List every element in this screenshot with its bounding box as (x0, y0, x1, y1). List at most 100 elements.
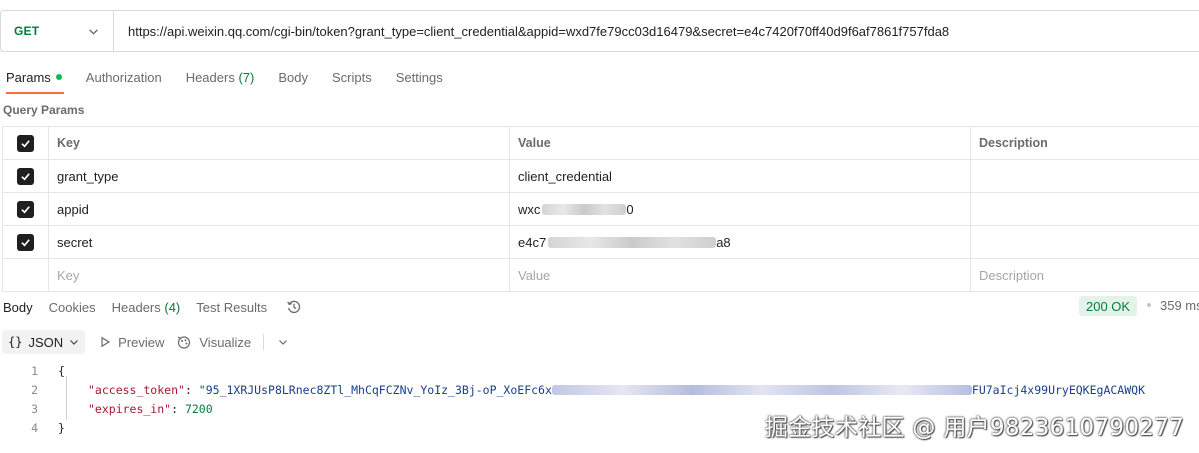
visualize-button[interactable]: Visualize (176, 334, 251, 350)
param-key[interactable]: secret (49, 226, 510, 258)
param-key[interactable]: appid (49, 193, 510, 225)
code-text: "expires_in": 7200 (38, 402, 213, 416)
table-header-row: Key Value Description (2, 127, 1199, 160)
tab-settings[interactable]: Settings (390, 64, 449, 94)
line-number: 4 (31, 420, 38, 435)
tab-cookies[interactable]: Cookies (46, 300, 99, 315)
row-checkbox[interactable] (17, 167, 34, 185)
redacted-value (548, 236, 717, 248)
tab-response-headers-count: (4) (164, 299, 181, 315)
param-description[interactable] (971, 160, 1199, 192)
param-value-suffix: a8 (716, 234, 731, 250)
chevron-down-icon (70, 340, 79, 345)
tab-params-label: Params (6, 70, 51, 85)
status-badge[interactable]: 200 OK (1079, 296, 1138, 316)
check-icon (21, 139, 30, 147)
row-checkbox-cell[interactable] (2, 226, 49, 258)
braces-icon: {} (8, 335, 23, 349)
code-line: 1 { (0, 361, 1199, 380)
response-tabs: Body Cookies Headers (4) Test Results (0, 296, 302, 318)
json-value-access-token-prefix: "95_1XRJUsP8LRnec8ZTl_MhCqFCZNv_YoIz_3Bj… (198, 382, 552, 397)
tab-authorization[interactable]: Authorization (80, 64, 168, 94)
method-selector[interactable]: GET (1, 11, 114, 51)
line-number: 1 (31, 363, 38, 378)
watermark: 掘金技术社区 @ 用户9823610790277 (765, 415, 1185, 441)
tab-headers[interactable]: Headers (7) (180, 64, 261, 94)
param-value-prefix: e4c7 (518, 234, 547, 250)
check-icon (21, 205, 30, 213)
check-icon (21, 238, 30, 246)
row-checkbox[interactable] (17, 200, 34, 218)
line-number: 2 (31, 382, 38, 397)
json-value-access-token-suffix: FU7aIcj4x99UryEQKEgACAWQK (971, 382, 1145, 397)
query-params-table: Key Value Description grant_type client_… (2, 126, 1199, 292)
param-value-prefix: wxc (518, 201, 541, 217)
method-label: GET (14, 24, 40, 38)
select-all-checkbox[interactable] (17, 134, 34, 152)
colon: : (184, 382, 199, 397)
url-input[interactable]: https://api.weixin.qq.com/cgi-bin/token?… (114, 24, 949, 39)
chevron-down-icon[interactable] (278, 337, 288, 347)
params-active-dot (55, 74, 62, 80)
tab-body[interactable]: Body (272, 64, 314, 94)
tab-response-headers[interactable]: Headers (4) (109, 300, 184, 315)
json-key-access-token: "access_token" (88, 382, 185, 397)
preview-label: Preview (118, 334, 165, 350)
tab-headers-count: (7) (238, 70, 255, 85)
table-row: secret e4c7 a8 (2, 226, 1199, 259)
param-value[interactable]: e4c7 a8 (510, 226, 971, 258)
row-checkbox-cell[interactable] (2, 193, 49, 225)
check-icon (21, 172, 30, 180)
table-row: appid wxc 0 (2, 193, 1199, 226)
row-checkbox-cell[interactable] (2, 160, 49, 192)
response-toolbar: {} JSON Preview Visualize (2, 330, 288, 354)
history-icon[interactable] (286, 299, 302, 315)
json-value-expires-in: 7200 (184, 401, 213, 416)
table-row: grant_type client_credential (2, 160, 1199, 193)
status-separator (1147, 303, 1151, 307)
toolbar-divider (263, 334, 265, 350)
format-select[interactable]: {} JSON (2, 330, 86, 354)
param-value[interactable]: client_credential (510, 160, 971, 192)
colon: : (171, 401, 185, 416)
url-bar: GET https://api.weixin.qq.com/cgi-bin/to… (0, 10, 1199, 52)
new-key-input[interactable]: Key (49, 259, 510, 291)
code-text: "access_token": "95_1XRJUsP8LRnec8ZTl_Mh… (38, 383, 1145, 397)
chevron-down-icon (89, 29, 98, 35)
select-all-cell[interactable] (2, 127, 49, 159)
code-text: } (58, 420, 65, 435)
tab-scripts[interactable]: Scripts (326, 64, 378, 94)
tab-params[interactable]: Params (0, 64, 68, 94)
param-key[interactable]: grant_type (49, 160, 510, 192)
visualize-label: Visualize (199, 334, 252, 350)
table-row-empty: Key Value Description (2, 259, 1199, 292)
column-header-key: Key (49, 127, 510, 159)
response-time[interactable]: 359 ms (1160, 298, 1199, 313)
empty-checkbox-cell (2, 259, 49, 291)
column-header-value: Value (510, 127, 971, 159)
redacted-token (551, 385, 972, 395)
json-key-expires-in: "expires_in" (88, 401, 172, 416)
visualize-icon (178, 336, 191, 349)
column-header-description: Description (979, 136, 1048, 150)
play-icon (101, 336, 111, 348)
param-description[interactable] (971, 226, 1199, 258)
query-params-title: Query Params (3, 103, 85, 117)
param-value-suffix: 0 (626, 201, 634, 217)
new-value-input[interactable]: Value (510, 259, 971, 291)
row-checkbox[interactable] (17, 233, 34, 251)
preview-button[interactable]: Preview (99, 335, 164, 350)
tab-test-results[interactable]: Test Results (193, 300, 270, 315)
code-line: 2 "access_token": "95_1XRJUsP8LRnec8ZTl_… (0, 380, 1199, 399)
new-description-input[interactable]: Description (971, 259, 1199, 291)
param-description[interactable] (971, 193, 1199, 225)
param-value[interactable]: wxc 0 (510, 193, 971, 225)
code-text: { (58, 363, 65, 378)
tab-headers-label: Headers (185, 70, 235, 85)
format-label: JSON (28, 334, 64, 350)
request-tabs: Params Authorization Headers (7) Body Sc… (0, 64, 461, 94)
line-number: 3 (31, 401, 38, 416)
tab-response-body[interactable]: Body (0, 300, 36, 315)
redacted-value (542, 203, 627, 215)
tab-response-headers-label: Headers (111, 299, 161, 315)
